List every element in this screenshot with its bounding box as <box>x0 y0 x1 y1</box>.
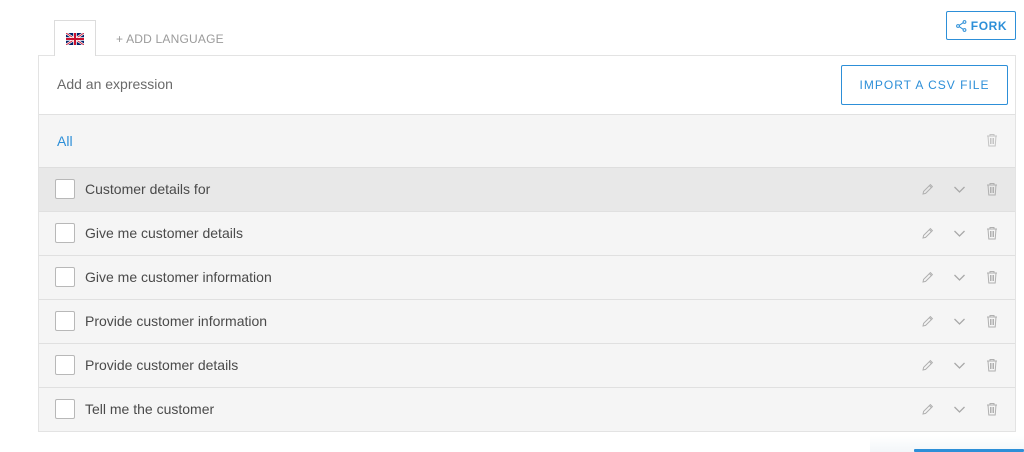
pencil-icon <box>921 271 933 283</box>
expression-list: Customer details for Give me customer det… <box>39 168 1015 431</box>
edit-button[interactable] <box>919 225 935 241</box>
pencil-icon <box>921 227 933 239</box>
expand-button[interactable] <box>951 225 967 241</box>
row-checkbox[interactable] <box>55 399 75 419</box>
chevron-down-icon <box>953 362 965 369</box>
expression-text: Give me customer information <box>85 269 272 285</box>
edit-button[interactable] <box>919 269 935 285</box>
expression-row[interactable]: Tell me the customer <box>39 388 1015 431</box>
expand-button[interactable] <box>951 357 967 373</box>
expression-text: Tell me the customer <box>85 401 215 417</box>
trash-icon <box>987 134 997 147</box>
edit-button[interactable] <box>919 401 935 417</box>
delete-button[interactable] <box>984 181 1000 197</box>
chevron-down-icon <box>953 406 965 413</box>
uk-flag-icon <box>66 32 84 45</box>
expressions-panel: IMPORT A CSV FILE All Customer details f… <box>38 55 1016 432</box>
pencil-icon <box>921 315 933 327</box>
language-tab-english[interactable] <box>54 20 96 56</box>
trash-icon <box>987 227 997 240</box>
delete-all-button[interactable] <box>984 132 1000 148</box>
pencil-icon <box>921 359 933 371</box>
expand-button[interactable] <box>951 181 967 197</box>
expression-row[interactable]: Provide customer information <box>39 300 1015 344</box>
chevron-down-icon <box>953 186 965 193</box>
pencil-icon <box>921 403 933 415</box>
trash-icon <box>987 359 997 372</box>
expression-text: Customer details for <box>85 181 211 197</box>
expression-input[interactable] <box>57 76 657 92</box>
chevron-down-icon <box>953 230 965 237</box>
language-tabs: + ADD LANGUAGE <box>54 19 224 56</box>
edit-button[interactable] <box>919 313 935 329</box>
row-checkbox[interactable] <box>55 223 75 243</box>
chevron-down-icon <box>953 274 965 281</box>
expression-text: Give me customer details <box>85 225 243 241</box>
filter-row: All <box>39 115 1015 168</box>
expression-row[interactable]: Customer details for <box>39 168 1015 212</box>
pencil-icon <box>921 183 933 195</box>
fork-button[interactable]: FORK <box>946 11 1016 40</box>
chevron-down-icon <box>953 318 965 325</box>
trash-icon <box>987 183 997 196</box>
row-checkbox[interactable] <box>55 267 75 287</box>
add-language-button[interactable]: + ADD LANGUAGE <box>116 20 224 56</box>
expand-button[interactable] <box>951 269 967 285</box>
import-csv-button[interactable]: IMPORT A CSV FILE <box>841 65 1008 105</box>
edit-button[interactable] <box>919 181 935 197</box>
filter-all[interactable]: All <box>57 133 73 149</box>
trash-icon <box>987 315 997 328</box>
expand-button[interactable] <box>951 313 967 329</box>
row-checkbox[interactable] <box>55 311 75 331</box>
expression-row[interactable]: Give me customer information <box>39 256 1015 300</box>
edit-button[interactable] <box>919 357 935 373</box>
row-checkbox[interactable] <box>55 355 75 375</box>
delete-button[interactable] <box>984 401 1000 417</box>
trash-icon <box>987 271 997 284</box>
expand-button[interactable] <box>951 401 967 417</box>
expression-row[interactable]: Provide customer details <box>39 344 1015 388</box>
fork-label: FORK <box>970 18 1008 33</box>
delete-button[interactable] <box>984 313 1000 329</box>
delete-button[interactable] <box>984 269 1000 285</box>
row-checkbox[interactable] <box>55 179 75 199</box>
delete-button[interactable] <box>984 357 1000 373</box>
expression-row[interactable]: Give me customer details <box>39 212 1015 256</box>
fork-icon <box>955 19 967 32</box>
delete-button[interactable] <box>984 225 1000 241</box>
expression-text: Provide customer information <box>85 313 268 329</box>
trash-icon <box>987 403 997 416</box>
expression-text: Provide customer details <box>85 357 239 373</box>
expression-bar: IMPORT A CSV FILE <box>39 56 1015 115</box>
